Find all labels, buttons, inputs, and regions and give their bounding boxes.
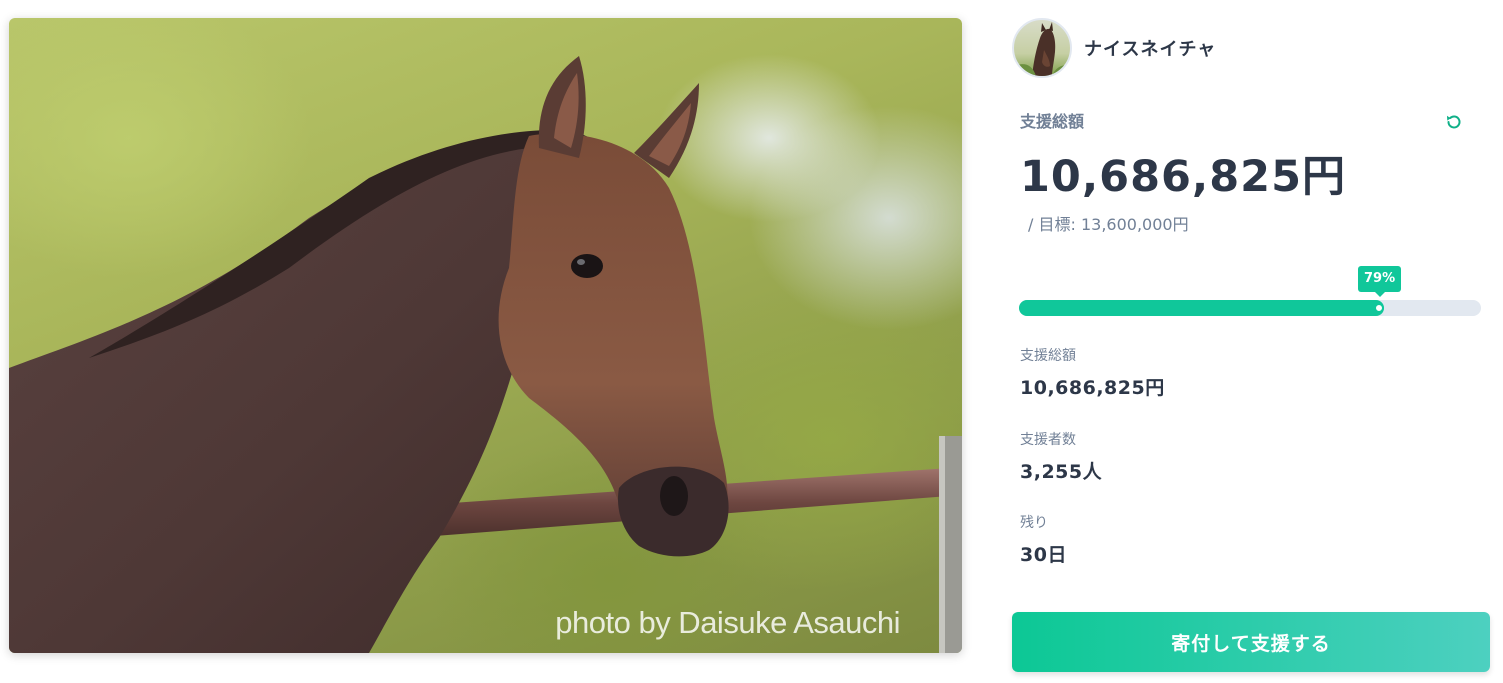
progress-fill [1019,300,1384,316]
stat-supporters-label: 支援者数 [1020,432,1076,448]
progress-bar: 79% [1019,266,1481,316]
total-amount-label: 支援総額 [1020,112,1085,131]
total-amount: 10,686,825円 [1020,152,1347,202]
stat-total-label: 支援総額 [1020,348,1076,364]
stat-supporters-value: 3,255人 [1020,461,1103,483]
stat-total-value: 10,686,825円 [1020,377,1165,399]
progress-knob [1374,303,1384,313]
photo-credit: photo by Daisuke Asauchi [555,605,900,640]
owner-info[interactable]: ナイスネイチャ [1012,18,1216,78]
horse-avatar-icon [1014,22,1070,76]
donate-button[interactable]: 寄付して支援する [1012,612,1490,672]
stat-remaining-label: 残り [1020,515,1048,531]
goal-amount: / 目標: 13,600,000円 [1028,215,1189,234]
horse-avatar[interactable] [1012,18,1072,78]
stat-remaining-value: 30日 [1020,544,1067,566]
funding-panel: ナイスネイチャ 支援総額 10,686,825円 / 目標: 13,600,00… [1012,18,1490,678]
refresh-icon[interactable] [1442,110,1466,134]
horse-photo-illustration [9,56,962,653]
owner-name[interactable]: ナイスネイチャ [1084,35,1216,61]
hero-photo: photo by Daisuke Asauchi [9,18,962,653]
progress-percent-badge: 79% [1358,266,1402,297]
